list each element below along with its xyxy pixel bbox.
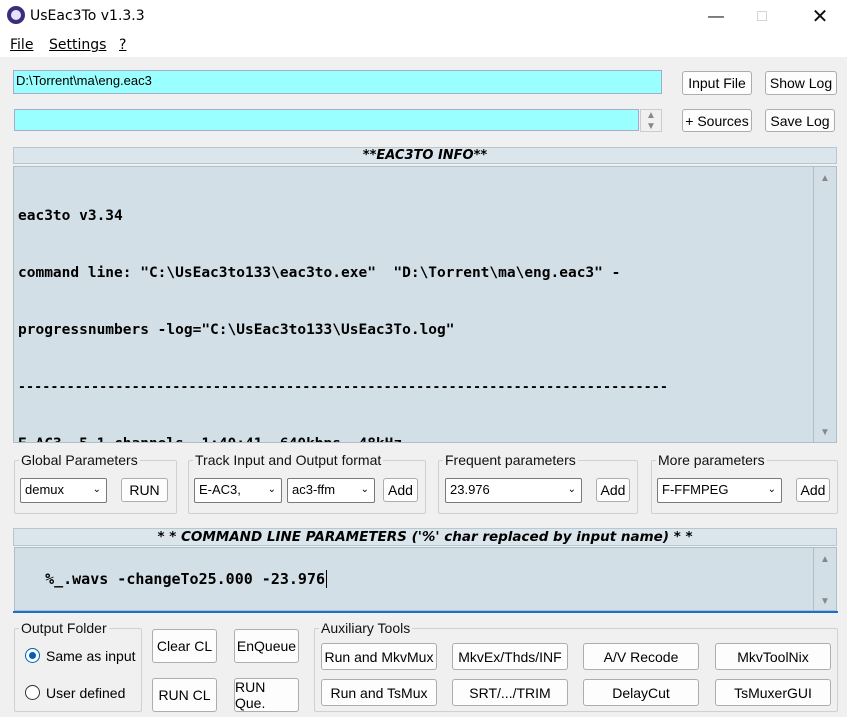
mkvtoolnix-button[interactable]: MkvToolNix (715, 643, 831, 670)
info-scrollbar[interactable]: ▲ ▼ (814, 166, 837, 443)
scroll-up-icon[interactable]: ▲ (820, 554, 830, 565)
more-add-button[interactable]: Add (796, 478, 830, 502)
track-format-legend: Track Input and Output format (195, 452, 382, 468)
track-output-value: ac3-ffm (292, 482, 336, 497)
chevron-down-icon: ⌄ (567, 484, 576, 495)
window-title: UsEac3To v1.3.3 (30, 8, 145, 24)
more-params-select[interactable]: F-FFMPEG ⌄ (657, 478, 782, 503)
enqueue-button[interactable]: EnQueue (234, 629, 299, 663)
frequent-add-button[interactable]: Add (596, 478, 630, 502)
info-pane: eac3to v3.34 command line: "C:\UsEac3to1… (13, 166, 814, 443)
track-output-select[interactable]: ac3-ffm ⌄ (287, 478, 375, 503)
run-mkvmux-button[interactable]: Run and MkvMux (321, 643, 437, 670)
scroll-down-icon[interactable]: ▼ (820, 427, 830, 438)
global-params-value: demux (25, 482, 65, 497)
chevron-down-icon: ⌄ (92, 484, 101, 495)
run-queue-button[interactable]: RUN Que. (234, 678, 299, 712)
menu-file[interactable]: File (10, 37, 33, 53)
user-defined-label: User defined (46, 685, 126, 701)
chevron-down-icon: ⌄ (267, 484, 276, 495)
track-input-select[interactable]: E-AC3, ⌄ (194, 478, 282, 503)
run-cl-button[interactable]: RUN CL (152, 678, 217, 712)
frequent-params-select[interactable]: 23.976 ⌄ (445, 478, 582, 503)
chevron-down-icon: ⌄ (360, 484, 369, 495)
track-add-button[interactable]: Add (383, 478, 418, 502)
spinner-down-icon[interactable]: ▼ (646, 121, 656, 132)
menu-bar (0, 33, 847, 57)
save-log-button[interactable]: Save Log (765, 109, 835, 132)
command-line-header: * * COMMAND LINE PARAMETERS ('%' char re… (13, 528, 837, 546)
radio-same-as-input[interactable] (25, 648, 40, 663)
more-params-legend: More parameters (658, 452, 765, 468)
delaycut-button[interactable]: DelayCut (583, 679, 699, 706)
chevron-down-icon: ⌄ (767, 484, 776, 495)
command-line-field[interactable]: %_.wavs -changeTo25.000 -23.976 (14, 547, 814, 611)
info-line: E-AC3, 5.1 channels, 1:40:41, 640kbps, 4… (18, 435, 809, 442)
command-line-value: %_.wavs -changeTo25.000 -23.976 (45, 570, 326, 588)
scroll-down-icon[interactable]: ▼ (820, 596, 830, 607)
run-button[interactable]: RUN (121, 478, 168, 502)
text-cursor (326, 570, 328, 588)
frequent-params-value: 23.976 (450, 482, 490, 497)
more-params-value: F-FFMPEG (662, 482, 729, 497)
run-tsmux-button[interactable]: Run and TsMux (321, 679, 437, 706)
clear-cl-button[interactable]: Clear CL (152, 629, 217, 663)
minimize-icon[interactable]: — (693, 0, 739, 33)
info-line: progressnumbers -log="C:\UsEac3to133\UsE… (18, 322, 455, 338)
global-params-select[interactable]: demux ⌄ (20, 478, 107, 503)
info-separator: ----------------------------------------… (18, 380, 669, 395)
srt-trim-button[interactable]: SRT/.../TRIM (452, 679, 568, 706)
av-recode-button[interactable]: A/V Recode (583, 643, 699, 670)
mkvex-button[interactable]: MkvEx/Thds/INF (452, 643, 568, 670)
track-input-value: E-AC3, (199, 482, 241, 497)
sources-spinner[interactable]: ▲ ▼ (640, 109, 662, 132)
input-path-field[interactable]: D:\Torrent\ma\eng.eac3 (13, 70, 662, 94)
focus-underline (13, 611, 838, 613)
input-file-button[interactable]: Input File (682, 71, 752, 95)
frequent-params-legend: Frequent parameters (445, 452, 576, 468)
add-sources-button[interactable]: + Sources (682, 109, 752, 132)
global-params-legend: Global Parameters (21, 452, 138, 468)
command-line-scrollbar[interactable]: ▲ ▼ (814, 547, 837, 611)
info-line: command line: "C:\UsEac3to133\eac3to.exe… (18, 265, 621, 281)
aux-tools-legend: Auxiliary Tools (321, 620, 411, 636)
menu-settings[interactable]: Settings (49, 37, 106, 53)
menu-help[interactable]: ? (119, 37, 126, 53)
sources-field[interactable] (14, 109, 639, 131)
tsmuxergui-button[interactable]: TsMuxerGUI (715, 679, 831, 706)
radio-user-defined[interactable] (25, 685, 40, 700)
output-folder-legend: Output Folder (21, 620, 107, 636)
info-line: eac3to v3.34 (18, 208, 123, 224)
same-as-input-label: Same as input (46, 648, 136, 664)
scroll-up-icon[interactable]: ▲ (820, 173, 830, 184)
spinner-up-icon[interactable]: ▲ (646, 110, 656, 121)
info-header: **EAC3TO INFO** (13, 147, 837, 164)
close-icon[interactable]: ✕ (797, 0, 843, 33)
show-log-button[interactable]: Show Log (765, 71, 837, 95)
maximize-icon[interactable]: □ (739, 0, 785, 33)
app-icon (7, 6, 25, 24)
